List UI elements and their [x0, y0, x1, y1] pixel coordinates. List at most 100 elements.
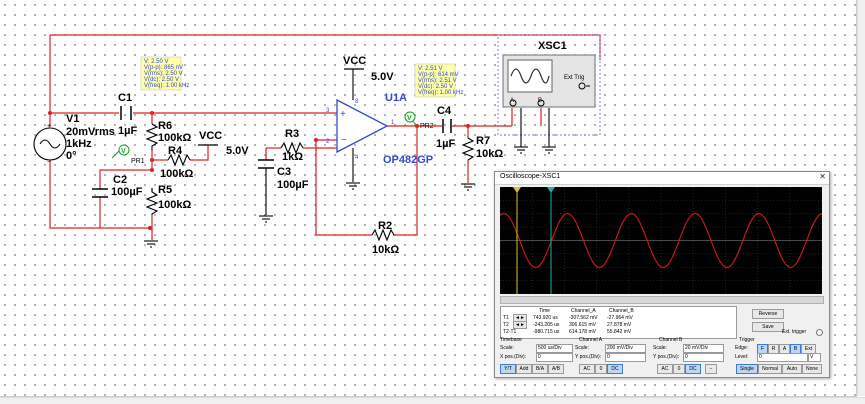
scope-scrollbar[interactable] — [500, 296, 824, 304]
channel-b-invert-button[interactable]: − — [705, 364, 717, 374]
r3-value: 1kΩ — [282, 151, 303, 163]
xsc1-ch-b: B — [538, 98, 542, 104]
vcc-top-label: VCC — [343, 55, 366, 67]
channel-b-title: Channel B — [659, 337, 683, 343]
trigger-auto-button[interactable]: Auto — [782, 364, 802, 374]
c1-name: C1 — [118, 92, 132, 104]
cursor-measurement-table: Time Channel_A Channel_B T1 ◄► 743.920 u… — [500, 306, 737, 339]
ac-source-v1[interactable]: + − — [33, 123, 67, 166]
mode-yt-button[interactable]: Y/T — [500, 364, 516, 374]
r5-name: R5 — [158, 184, 172, 196]
trigger-single-button[interactable]: Single — [736, 364, 758, 374]
resistor-r6[interactable] — [145, 123, 159, 150]
r4-value: 100kΩ — [160, 168, 193, 180]
capacitor-c1[interactable] — [120, 106, 132, 120]
oscilloscope-title-bar[interactable]: Oscilloscope-XSC1 ✕ — [495, 172, 829, 185]
probe-pr1[interactable]: V — [111, 144, 130, 159]
oscilloscope-window: Oscilloscope-XSC1 ✕ Time Channel_A Chann… — [494, 171, 830, 378]
meas-ch-a: -307.562 mV — [569, 315, 598, 321]
channel-b-zero-button[interactable]: 0 — [673, 364, 685, 374]
meas-time: -243.205 us — [533, 322, 560, 328]
meas-header-b: Channel_B — [609, 308, 634, 314]
r7-name: R7 — [476, 135, 490, 147]
meas-ch-b: -27.964 mV — [607, 315, 633, 321]
ground-symbol — [144, 240, 158, 248]
vcc-top-value: 5.0V — [371, 71, 394, 83]
channel-a-ac-button[interactable]: AC — [579, 364, 595, 374]
r2-name: R2 — [378, 220, 392, 232]
timebase-xpos-field[interactable]: 0 — [536, 353, 573, 362]
channel-b-ac-button[interactable]: AC — [657, 364, 673, 374]
vertical-scrollbar[interactable] — [857, 0, 865, 396]
mode-add-button[interactable]: Add — [516, 364, 532, 374]
channel-b-ypos-label: Y pos.(Div): — [653, 354, 680, 360]
v1-name: V1 — [66, 113, 79, 125]
channel-b-ypos-field[interactable]: 0 — [683, 353, 724, 362]
trigger-level-unit[interactable]: V — [808, 353, 821, 362]
resistor-r5[interactable] — [145, 188, 159, 215]
cursor-t2-handle — [547, 187, 555, 193]
channel-a-dc-button[interactable]: DC — [607, 364, 623, 374]
oscilloscope-instrument-xsc1[interactable] — [502, 54, 596, 108]
c4-value: 1µF — [436, 138, 455, 150]
timebase-scale-field[interactable]: 500 us/Div — [536, 344, 573, 353]
mode-ab-button[interactable]: A/B — [548, 364, 564, 374]
r2-value: 10kΩ — [372, 244, 399, 256]
mode-ba-button[interactable]: B/A — [532, 364, 548, 374]
trigger-level-field[interactable]: 0 — [757, 353, 808, 362]
probe-pr2[interactable]: V — [404, 111, 418, 127]
meas-header-time: Time — [539, 308, 550, 314]
multisim-window: + − V1 20mVrms 1kHz 0° C1 1µF R6 100kΩ R… — [0, 0, 865, 404]
trigger-level-label: Level: — [735, 354, 749, 360]
pr1-label: PR1 — [131, 158, 145, 165]
c2-name: C2 — [113, 174, 127, 186]
xsc1-ext-trig: Ext Trig — [564, 75, 584, 81]
r5-value: 100kΩ — [158, 199, 191, 211]
channel-b-dc-button[interactable]: DC — [685, 364, 701, 374]
capacitor-c4[interactable] — [442, 119, 452, 133]
r7-value: 10kΩ — [476, 148, 503, 160]
c2-value: 100µF — [111, 186, 143, 198]
meas-row-label: T2 — [503, 322, 509, 328]
xsc1-name: XSC1 — [538, 40, 567, 52]
trigger-title: Trigger — [739, 337, 755, 343]
trigger-normal-button[interactable]: Normal — [758, 364, 782, 374]
channel-a-scale-field[interactable]: 200 mV/Div — [605, 344, 646, 353]
horizontal-scrollbar[interactable] — [0, 397, 865, 404]
opamp-name: U1A — [385, 92, 407, 104]
t2-arrows-button[interactable]: ◄► — [513, 321, 527, 329]
oscilloscope-title: Oscilloscope-XSC1 — [500, 173, 561, 180]
svg-text:+: + — [47, 123, 51, 130]
channel-b-scale-label: Scale: — [653, 345, 667, 351]
c4-name: C4 — [437, 105, 452, 117]
r3-name: R3 — [285, 128, 299, 140]
channel-b-scale-field[interactable]: 20 mV/Div — [683, 344, 724, 353]
save-button[interactable]: Save — [752, 322, 784, 332]
c3-name: C3 — [277, 166, 291, 178]
opamp-pin-top: 8 — [355, 99, 359, 105]
trigger-none-button[interactable]: None — [802, 364, 822, 374]
meas-time: -980.715 us — [533, 329, 560, 335]
meas-time: 743.920 us — [533, 315, 558, 321]
resistor-r7[interactable] — [461, 137, 475, 161]
channel-a-scale-label: Scale: — [575, 345, 589, 351]
svg-text:V: V — [121, 148, 126, 155]
meas-ch-a: 306.615 mV — [569, 322, 596, 328]
meas-ch-b: 27.878 mV — [607, 322, 632, 328]
close-icon[interactable]: ✕ — [819, 172, 826, 181]
scope-screen[interactable] — [499, 186, 823, 295]
opamp-u1a[interactable]: + − — [336, 98, 389, 182]
v1-frequency: 1kHz — [66, 138, 92, 150]
reverse-button[interactable]: Reverse — [752, 309, 784, 319]
channel-a-ypos-field[interactable]: 0 — [605, 353, 646, 362]
timebase-xpos-label: X pos.(Div): — [500, 354, 527, 360]
meas-row-label: T2-T1 — [503, 329, 517, 335]
capacitor-c3[interactable] — [258, 159, 274, 169]
meas-ch-a: 614.178 mV — [569, 329, 596, 335]
channel-a-zero-button[interactable]: 0 — [595, 364, 607, 374]
ext-trigger-radio[interactable] — [816, 329, 823, 336]
capacitor-c2[interactable] — [92, 188, 108, 198]
pr1-readout-4: V(freq): 1.00 kHz — [144, 83, 189, 89]
channel-a-ypos-label: Y pos.(Div): — [575, 354, 602, 360]
vcc-left-value: 5.0V — [226, 145, 249, 157]
